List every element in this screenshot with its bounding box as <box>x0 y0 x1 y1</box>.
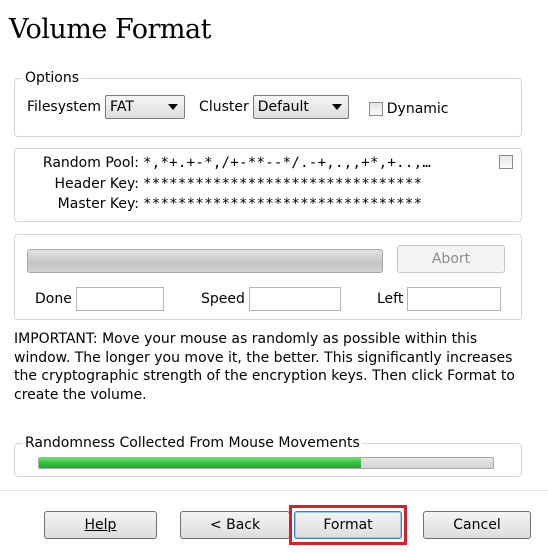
header-key-value: ******************************** <box>143 176 423 192</box>
progress-bar <box>27 249 383 273</box>
chevron-down-icon <box>331 104 342 110</box>
left-field <box>407 287 502 311</box>
done-field <box>75 287 164 311</box>
randomness-bar <box>38 457 494 469</box>
randomness-legend: Randomness Collected From Mouse Movement… <box>23 435 362 451</box>
progress-group: Abort Done Speed Left <box>14 234 522 320</box>
header-key-label: Header Key: <box>54 176 139 192</box>
options-legend: Options <box>23 70 82 86</box>
random-pool-value: *,*+.+-*,/+-**--*/.-+,.,,+*,+..,… <box>143 155 432 171</box>
options-group: Options Filesystem FAT Cluster Default D… <box>14 70 522 137</box>
filesystem-value: FAT <box>110 99 134 115</box>
abort-button[interactable]: Abort <box>397 245 505 273</box>
speed-label: Speed <box>201 291 245 307</box>
speed-field <box>248 287 341 311</box>
random-pool-label: Random Pool: <box>42 155 139 171</box>
help-button-label: Help <box>84 517 117 533</box>
chevron-down-icon <box>168 104 179 110</box>
back-button[interactable]: < Back <box>180 511 290 539</box>
master-key-value: ******************************** <box>143 196 423 212</box>
show-pool-checkbox[interactable] <box>499 155 513 169</box>
dynamic-checkbox[interactable] <box>368 101 383 116</box>
randomness-fill <box>39 458 362 468</box>
cluster-select[interactable]: Default <box>252 95 349 119</box>
dynamic-label: Dynamic <box>386 101 449 117</box>
filesystem-label: Filesystem <box>27 99 102 115</box>
done-label: Done <box>35 291 72 307</box>
keys-group: Random Pool: *,*+.+-*,/+-**--*/.-+,.,,+*… <box>14 148 522 222</box>
page-title: Volume Format <box>9 14 211 45</box>
cluster-label: Cluster <box>199 99 249 115</box>
cluster-value: Default <box>257 99 309 115</box>
filesystem-select[interactable]: FAT <box>105 95 186 119</box>
help-button[interactable]: Help <box>44 511 157 539</box>
format-button[interactable]: Format <box>294 511 402 539</box>
master-key-label: Master Key: <box>57 196 139 212</box>
cancel-button[interactable]: Cancel <box>423 511 531 539</box>
important-note: IMPORTANT: Move your mouse as randomly a… <box>14 331 515 403</box>
randomness-group: Randomness Collected From Mouse Movement… <box>14 435 522 477</box>
button-separator <box>0 490 548 491</box>
left-label: Left <box>377 291 404 307</box>
